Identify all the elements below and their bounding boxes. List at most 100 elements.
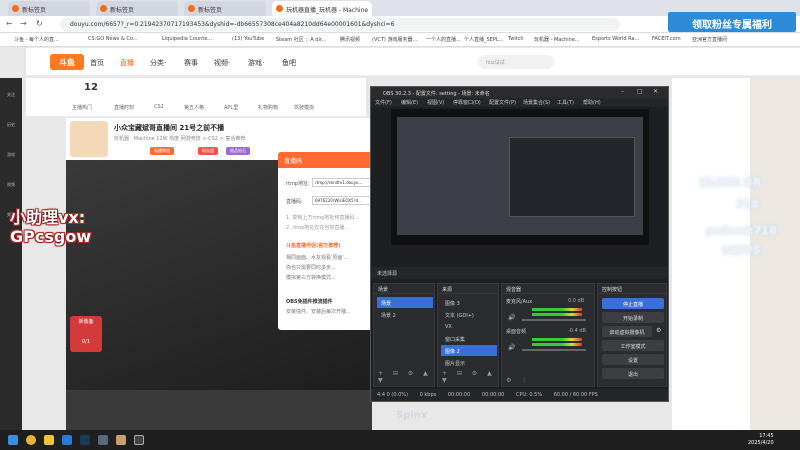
source-item[interactable]: 文本 (GDI+) xyxy=(441,309,497,320)
app-icon[interactable] xyxy=(116,435,126,445)
volume-slider[interactable] xyxy=(522,319,586,321)
cat-item[interactable]: 直播时刻 xyxy=(114,104,134,111)
browser-tab[interactable]: 新标签页 xyxy=(8,1,90,16)
menu-dock[interactable]: 停靠窗口(D) xyxy=(453,99,481,106)
menu-help[interactable]: 帮助(H) xyxy=(583,99,601,106)
browser-tab[interactable]: 新标签页 xyxy=(96,1,178,16)
menu-tools[interactable]: 工具(T) xyxy=(557,99,574,106)
rail-games[interactable]: 游戏 xyxy=(2,152,20,158)
start-recording-button[interactable]: 开始录制 xyxy=(602,312,664,323)
source-item[interactable]: VX xyxy=(441,321,497,332)
avatar[interactable] xyxy=(70,121,108,157)
store-icon[interactable] xyxy=(62,435,72,445)
reload-icon[interactable]: ↻ xyxy=(36,19,43,28)
bookmark-item[interactable]: 玩机器 - Machine... xyxy=(534,36,580,43)
search-input[interactable]: hiiz试试 xyxy=(478,55,554,69)
nav-games[interactable]: 游戏· xyxy=(248,58,264,68)
bookmark-item[interactable]: Twitch xyxy=(508,36,524,42)
start-icon[interactable] xyxy=(8,435,18,445)
bookmark-item[interactable]: 一个人的直播... xyxy=(426,36,461,43)
room-badge[interactable]: 粉丝团 xyxy=(198,147,218,155)
gift-count: 0/1 xyxy=(81,339,91,345)
scene-toolbar[interactable]: + ⊟ ⚙ ▲ ▼ xyxy=(378,370,434,384)
menu-file[interactable]: 文件(F) xyxy=(375,99,392,106)
nav-home[interactable]: 首页 xyxy=(90,58,104,68)
url-input[interactable]: douyu.com/6657?_r=0.21942370717193453&dy… xyxy=(60,18,620,31)
mixer-toolbar[interactable]: ⚙ ⋮ xyxy=(506,377,531,384)
nav-yuba[interactable]: 鱼吧 xyxy=(282,58,296,68)
app-icon[interactable] xyxy=(98,435,108,445)
bookmark-item[interactable]: Liquipedia Counte... xyxy=(162,36,212,42)
steam-icon[interactable] xyxy=(80,435,90,445)
gift-card[interactable]: 新装备 0/1 xyxy=(70,316,102,352)
bookmark-item[interactable]: 亚洲官方直播间 xyxy=(692,36,727,43)
nav-video[interactable]: 视频· xyxy=(214,58,230,68)
close-icon[interactable]: ✕ xyxy=(653,88,658,95)
bookmark-item[interactable]: 腾讯视频 xyxy=(340,36,360,43)
menu-scene-collection[interactable]: 场景集合(S) xyxy=(523,99,550,106)
douyu-logo[interactable]: 斗鱼 xyxy=(50,54,84,70)
chrome-icon[interactable] xyxy=(26,435,36,445)
nested-preview xyxy=(509,137,635,217)
plugin-title[interactable]: OBS免插件推流插件 xyxy=(286,298,333,305)
scene-item[interactable]: 场景 2 xyxy=(377,309,433,320)
scenes-dock: 场景 场景 场景 2 + ⊟ ⚙ ▲ ▼ xyxy=(373,283,435,387)
back-icon[interactable]: ← xyxy=(6,19,13,28)
rail-follow[interactable]: 关注 xyxy=(2,92,20,98)
minimize-icon[interactable]: – xyxy=(621,88,624,95)
volume-icon[interactable]: 🔊 xyxy=(508,344,515,351)
tool-line: 模拟第三方转换模式... xyxy=(286,275,336,281)
obs-icon[interactable] xyxy=(134,435,144,445)
fan-benefit-banner[interactable]: 领取粉丝专属福利 xyxy=(668,12,796,32)
bookmark-item[interactable]: FACEIT.com xyxy=(652,36,681,42)
key-field[interactable]: 6976220rWIsiEOX5?d... xyxy=(312,196,378,205)
gear-icon[interactable]: ⚙ xyxy=(656,327,661,334)
volume-slider[interactable] xyxy=(522,349,586,351)
bookmark-item[interactable]: 斗鱼 - 每个人的直... xyxy=(14,36,59,43)
source-toolbar-buttons[interactable]: + ⊟ ⚙ ▲ ▼ xyxy=(442,370,498,384)
tool-line: 你也只需要同时多步... xyxy=(286,265,336,271)
source-item[interactable]: 窗口采集 xyxy=(441,333,497,344)
menu-edit[interactable]: 编辑(E) xyxy=(401,99,418,106)
browser-tab[interactable]: 新标签页 xyxy=(184,1,266,16)
bookmark-item[interactable]: (VCT) 游戏服务器... xyxy=(372,36,417,43)
menu-profile[interactable]: 配置文件(P) xyxy=(489,99,516,106)
source-item-selected[interactable]: 图像 2 xyxy=(441,345,497,356)
obs-window: OBS 30.2.3 - 配置文件: setting - 场景: 未命名 – □… xyxy=(370,86,669,402)
cat-item[interactable]: 主播热门 xyxy=(72,104,92,111)
cat-item[interactable]: 驾驶模拟 xyxy=(294,104,314,111)
room-title: 小众宝藏斌哥直播间 21号之前不播 xyxy=(114,124,225,132)
studio-mode-button[interactable]: 工作室模式 xyxy=(602,340,664,351)
bookmark-item[interactable]: CS:GO News & Co... xyxy=(88,36,138,42)
settings-button[interactable]: 设置 xyxy=(602,354,664,365)
forward-icon[interactable]: → xyxy=(20,19,27,28)
explorer-icon[interactable] xyxy=(44,435,54,445)
nav-events[interactable]: 赛事 xyxy=(184,58,198,68)
cat-item[interactable]: APL里 xyxy=(224,104,238,111)
virtual-camera-button[interactable]: 启动虚拟摄像机 xyxy=(602,326,652,337)
obs-preview[interactable] xyxy=(391,109,649,245)
bookmark-item[interactable]: Steam 社区 :: A dir... xyxy=(276,36,326,43)
rtmp-field[interactable]: rtmp://sendtv1.douyu... xyxy=(312,178,378,187)
maximize-icon[interactable]: □ xyxy=(637,88,643,95)
scene-item[interactable]: 场景 xyxy=(377,297,433,308)
stop-streaming-button[interactable]: 停止直播 xyxy=(602,298,664,309)
cat-item[interactable]: 礼物购物 xyxy=(258,104,278,111)
exit-button[interactable]: 退出 xyxy=(602,368,664,379)
rail-video[interactable]: 视频 xyxy=(2,182,20,188)
bookmark-item[interactable]: Esports World Ra... xyxy=(592,36,639,42)
browser-tab-active[interactable]: 玩机器直播_玩机器 - Machine xyxy=(272,1,372,16)
cat-item[interactable]: 第五人格 xyxy=(184,104,204,111)
volume-icon[interactable]: 🔊 xyxy=(508,314,515,321)
bookmark-item[interactable]: (13) YouTube xyxy=(232,36,264,42)
nav-live[interactable]: 直播 xyxy=(120,58,134,68)
rail-history[interactable]: 历史 xyxy=(2,122,20,128)
nav-category[interactable]: 分类· xyxy=(150,58,166,68)
bookmark-item[interactable]: 个人直播_5EPL... xyxy=(464,36,503,43)
cat-item[interactable]: CS2 xyxy=(154,104,164,110)
menu-view[interactable]: 视图(V) xyxy=(427,99,444,106)
room-badge[interactable]: 极品钻石 xyxy=(226,147,250,155)
room-badge[interactable]: 私播频道 xyxy=(150,147,174,155)
source-item[interactable]: 图像 3 xyxy=(441,297,497,308)
source-item[interactable]: 图片显示 xyxy=(441,357,497,368)
